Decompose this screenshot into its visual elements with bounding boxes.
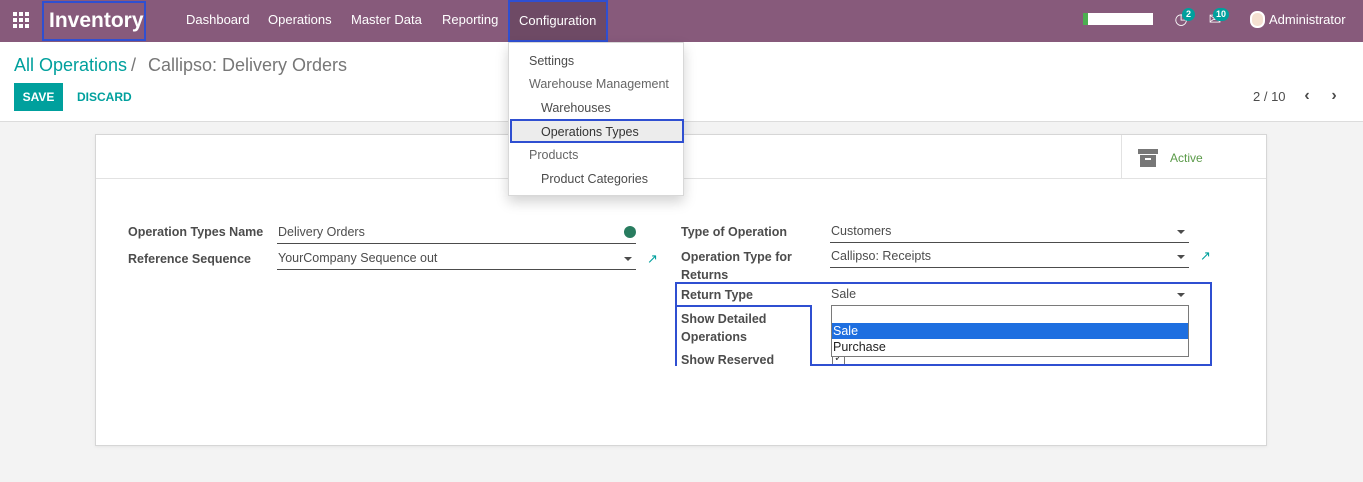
type-of-operation-label: Type of Operation [681,225,788,239]
highlight-return-type-left-lower [810,305,812,366]
menu-reporting[interactable]: Reporting [442,0,498,42]
configuration-dropdown-menu: Settings Warehouse Management Warehouses… [508,42,684,196]
breadcrumb-current: Callipso: Delivery Orders [148,55,348,75]
menu-header-warehouse-management: Warehouse Management [529,77,669,91]
activity-count-badge: 2 [1182,8,1195,21]
menu-item-settings[interactable]: Settings [529,54,574,68]
active-label: Active [1170,151,1203,165]
message-count-badge: 10 [1213,8,1230,21]
return-operation-type-label-line1: Operation Type for [681,250,792,264]
archive-icon [1138,149,1158,167]
translate-globe-icon[interactable] [624,226,636,238]
external-link-icon[interactable]: ↗ [1200,249,1212,262]
menu-dashboard[interactable]: Dashboard [186,0,250,42]
breadcrumb-all-operations[interactable]: All Operations [14,55,127,76]
highlight-return-type-sides [675,282,1212,366]
type-of-operation-select[interactable]: Customers [830,221,1189,243]
reference-sequence-label: Reference Sequence [128,252,251,266]
menu-item-product-categories[interactable]: Product Categories [541,172,648,186]
menu-item-operations-types[interactable]: Operations Types [541,125,639,139]
highlight-return-type-bottom [810,364,1212,366]
pager-next-icon[interactable]: › [1327,87,1341,105]
type-of-operation-value: Customers [831,224,892,238]
pager-value: 2 / 10 [1253,89,1286,104]
operation-types-name-input[interactable]: Delivery Orders [277,222,636,244]
operation-types-name-label: Operation Types Name [128,225,264,239]
menu-configuration[interactable]: Configuration [508,0,608,42]
systray-progress-indicator[interactable] [1083,13,1153,25]
highlight-return-type-left-upper [675,282,677,307]
active-toggle-button[interactable]: Active [1121,135,1266,179]
chevron-down-icon [624,257,632,261]
discard-button[interactable]: DISCARD [77,83,132,111]
menu-operations[interactable]: Operations [268,0,332,42]
save-button[interactable]: SAVE [14,83,63,111]
app-brand[interactable]: Inventory [42,1,146,41]
menu-item-warehouses[interactable]: Warehouses [541,101,611,115]
pager-previous-icon[interactable]: ‹ [1300,87,1314,105]
highlight-return-type-mid [675,305,812,307]
top-navbar: Inventory Dashboard Operations Master Da… [0,0,1363,42]
highlight-return-type-top [675,282,1212,284]
reference-sequence-value: YourCompany Sequence out [278,251,438,265]
reference-sequence-select[interactable]: YourCompany Sequence out [277,248,636,270]
user-avatar[interactable] [1250,11,1265,28]
return-operation-type-value: Callipso: Receipts [831,249,932,263]
menu-master-data[interactable]: Master Data [351,0,422,42]
external-link-icon[interactable]: ↗ [647,252,659,265]
menu-header-products: Products [529,148,579,162]
chevron-down-icon [1177,255,1185,259]
chevron-down-icon [1177,230,1185,234]
return-operation-type-select[interactable]: Callipso: Receipts [830,246,1189,268]
breadcrumb-separator: / [131,55,137,75]
user-menu[interactable]: Administrator [1269,12,1346,27]
apps-menu-icon[interactable] [13,12,31,28]
